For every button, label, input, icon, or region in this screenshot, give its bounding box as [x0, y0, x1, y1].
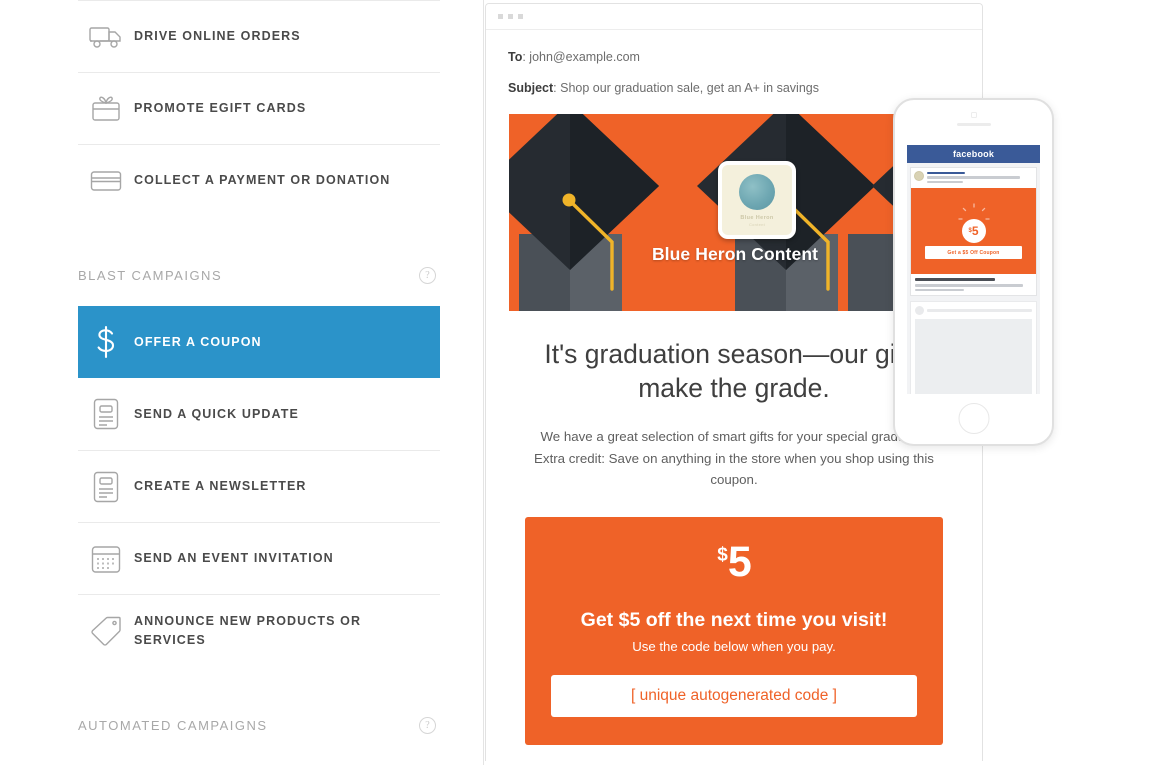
post-cta-button[interactable]: Get a $5 Off Coupon — [924, 246, 1023, 260]
window-dot-1 — [498, 14, 503, 19]
facebook-post-header — [911, 168, 1036, 188]
dollar-icon — [78, 320, 134, 364]
section-title: BLAST CAMPAIGNS — [78, 267, 223, 283]
section-title: AUTOMATED CAMPAIGNS — [78, 717, 268, 733]
phone-screen: facebook $ 5 Get a $5 Off Coupon — [907, 145, 1040, 394]
sidebar-item-label: SEND A QUICK UPDATE — [134, 406, 299, 421]
sidebar-item-announce-new-products[interactable]: ANNOUNCE NEW PRODUCTS OR SERVICES — [78, 594, 440, 666]
sidebar-item-offer-a-coupon[interactable]: OFFER A COUPON — [78, 306, 440, 378]
to-value[interactable]: john@example.com — [529, 50, 640, 64]
section-header-automated-campaigns: AUTOMATED CAMPAIGNS ? — [78, 708, 440, 742]
window-dot-3 — [518, 14, 523, 19]
coupon-amount: $5 — [551, 537, 917, 586]
email-subject-row: Subject: Shop our graduation sale, get a… — [508, 81, 819, 95]
heron-emblem-icon — [739, 173, 775, 210]
post-author-lines — [927, 171, 1033, 185]
gift-icon — [78, 87, 134, 131]
facebook-placeholder-post-1 — [910, 300, 1037, 394]
help-icon[interactable]: ? — [419, 266, 436, 284]
email-subcopy[interactable]: We have a great selection of smart gifts… — [528, 426, 940, 491]
campaign-type-sidebar: DRIVE ONLINE ORDERS PROMOTE EGIFT CARDS — [0, 0, 484, 765]
facebook-post-caption — [911, 274, 1036, 295]
window-dot-2 — [508, 14, 513, 19]
sidebar-item-welcome-new-customers[interactable]: WELCOME NEW CUSTOMERS — [78, 756, 440, 765]
sidebar-item-label: OFFER A COUPON — [134, 334, 262, 349]
tag-icon — [78, 609, 134, 653]
sidebar-item-collect-payment[interactable]: COLLECT A PAYMENT OR DONATION — [78, 144, 440, 216]
sidebar-item-label: CREATE A NEWSLETTER — [134, 479, 307, 494]
subject-value[interactable]: Shop our graduation sale, get an A+ in s… — [560, 81, 819, 95]
to-label: To — [508, 50, 523, 64]
facebook-post-card[interactable]: $5 Get a $5 Off Coupon — [910, 167, 1037, 296]
facebook-title-bar: facebook — [907, 145, 1040, 163]
post-amount: 5 — [971, 224, 979, 239]
phone-mockup: facebook $ 5 Get a $5 Off Coupon — [893, 98, 1054, 446]
section-header-blast-campaigns: BLAST CAMPAIGNS ? — [78, 258, 440, 292]
sidebar-item-drive-online-orders[interactable]: DRIVE ONLINE ORDERS — [78, 0, 440, 72]
avatar — [914, 171, 924, 181]
coupon-code-field[interactable]: [ unique autogenerated code ] — [551, 674, 917, 717]
subject-label: Subject — [508, 81, 554, 95]
coupon-headline: Get $5 off the next time you visit! — [580, 608, 888, 631]
phone-speaker-icon — [956, 123, 991, 126]
truck-icon — [78, 15, 134, 59]
sidebar-item-create-newsletter[interactable]: CREATE A NEWSLETTER — [78, 450, 440, 522]
brand-logo-tile: Blue Heron Content — [718, 161, 796, 239]
email-headline[interactable]: It's graduation season—our gifts make th… — [516, 337, 952, 405]
coupon-block[interactable]: $5 Get $5 off the next time you visit! U… — [525, 516, 943, 745]
tassel-knob-1 — [562, 193, 576, 207]
email-meta: To: john@example.com Subject: Shop our g… — [486, 50, 982, 95]
calendar-icon — [78, 537, 134, 581]
document-icon — [78, 392, 134, 436]
sidebar-item-label: SEND AN EVENT INVITATION — [134, 551, 334, 566]
sidebar-item-label: DRIVE ONLINE ORDERS — [134, 29, 301, 44]
logo-line-1: Blue Heron — [740, 214, 774, 221]
sidebar-item-promote-egift-cards[interactable]: PROMOTE EGIFT CARDS — [78, 72, 440, 144]
campaign-builder-screen: DRIVE ONLINE ORDERS PROMOTE EGIFT CARDS — [0, 0, 1168, 765]
coupon-subline: Use the code below when you pay. — [632, 638, 836, 654]
sidebar-item-label: PROMOTE EGIFT CARDS — [134, 101, 307, 116]
sidebar-item-send-quick-update[interactable]: SEND A QUICK UPDATE — [78, 378, 440, 450]
email-to-row: To: john@example.com — [508, 50, 640, 64]
newsletter-icon — [78, 465, 134, 509]
phone-home-button — [958, 403, 989, 434]
phone-camera-icon — [970, 112, 977, 118]
sidebar-item-label: COLLECT A PAYMENT OR DONATION — [134, 173, 391, 188]
logo-line-2: Content — [748, 221, 766, 227]
coupon-amount-value: 5 — [727, 537, 752, 586]
credit-card-icon — [78, 159, 134, 203]
sidebar-item-label: ANNOUNCE NEW PRODUCTS OR SERVICES — [134, 614, 362, 647]
sidebar-item-send-event-invitation[interactable]: SEND AN EVENT INVITATION — [78, 522, 440, 594]
sidebar-nav-list: DRIVE ONLINE ORDERS PROMOTE EGIFT CARDS — [78, 0, 440, 765]
facebook-post-image: $5 Get a $5 Off Coupon — [911, 188, 1036, 275]
help-icon[interactable]: ? — [419, 716, 436, 734]
post-discount-badge: $5 — [961, 219, 986, 244]
preview-window-chrome — [486, 4, 982, 30]
coupon-currency: $ — [717, 544, 728, 566]
